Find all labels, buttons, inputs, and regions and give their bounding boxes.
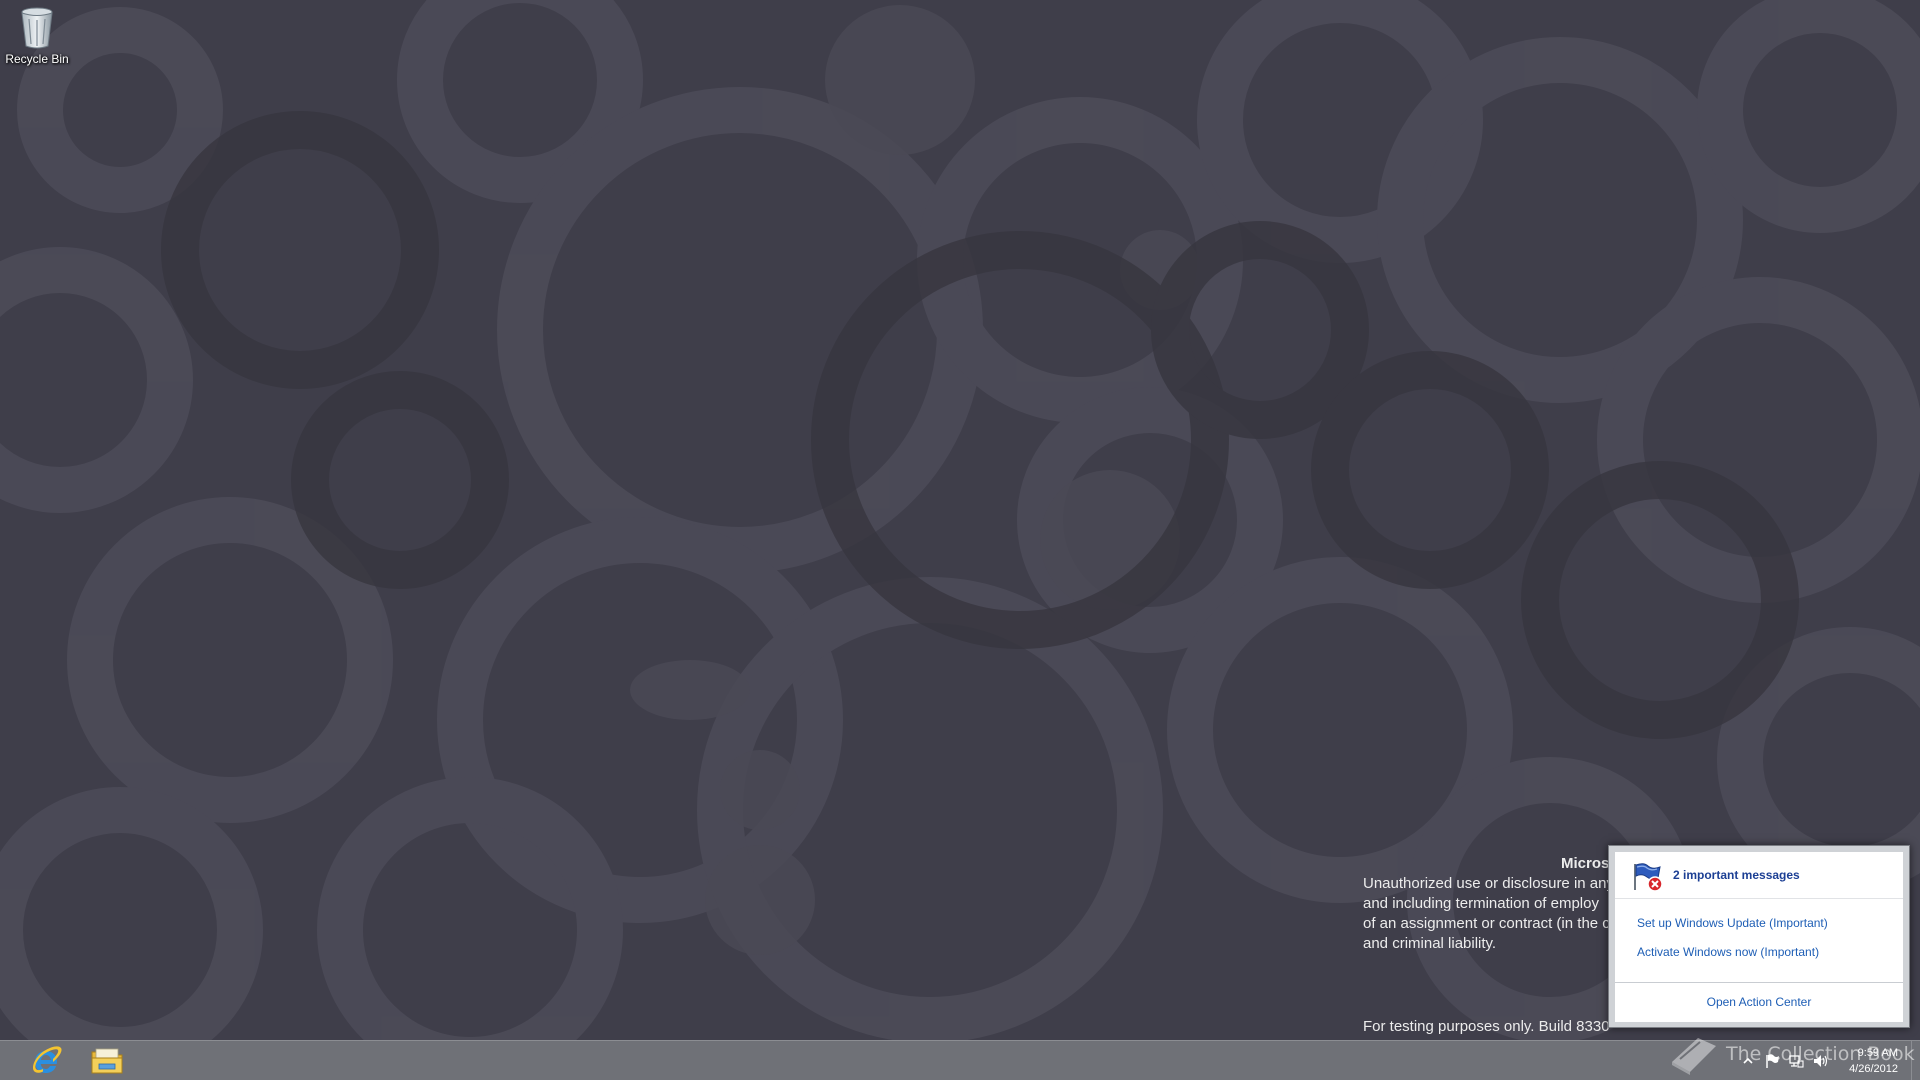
taskbar-file-explorer-button[interactable]: [82, 1041, 132, 1080]
desktop-icon-recycle-bin[interactable]: Recycle Bin: [4, 6, 70, 66]
desktop-icon-label: Recycle Bin: [5, 52, 69, 66]
action-center-popup: 2 important messages Set up Windows Upda…: [1608, 845, 1910, 1028]
show-desktop-button[interactable]: [1911, 1041, 1920, 1080]
volume-icon[interactable]: [1812, 1053, 1828, 1069]
network-icon[interactable]: [1788, 1053, 1804, 1069]
show-hidden-icons-chevron-icon[interactable]: [1740, 1053, 1756, 1069]
watermark-line: and including termination of employ: [1363, 895, 1599, 912]
taskbar: 9:59 AM 4/26/2012: [0, 1040, 1920, 1080]
watermark-title: Micros: [1561, 855, 1610, 872]
watermark-line: Unauthorized use or disclosure in any: [1363, 875, 1614, 892]
build-info: For testing purposes only. Build 8330: [1363, 1018, 1610, 1035]
taskbar-internet-explorer-button[interactable]: [21, 1041, 71, 1080]
open-action-center-link[interactable]: Open Action Center: [1707, 995, 1812, 1009]
recycle-bin-icon: [21, 7, 53, 49]
file-explorer-icon: [91, 1048, 123, 1074]
action-center-header: 2 important messages: [1615, 852, 1903, 899]
action-center-panel: 2 important messages Set up Windows Upda…: [1615, 852, 1903, 1022]
action-center-flag-icon: [1632, 862, 1664, 897]
action-center-footer: Open Action Center: [1615, 982, 1903, 1022]
action-center-tray-flag-icon[interactable]: [1764, 1053, 1780, 1069]
internet-explorer-icon: [33, 1046, 62, 1073]
windows-update-message-link[interactable]: Set up Windows Update (Important): [1637, 916, 1828, 930]
taskbar-clock[interactable]: 9:59 AM 4/26/2012: [1849, 1045, 1898, 1077]
activate-windows-message-link[interactable]: Activate Windows now (Important): [1637, 945, 1819, 959]
clock-time: 9:59 AM: [1857, 1047, 1898, 1059]
watermark-line: and criminal liability.: [1363, 935, 1497, 952]
watermark-line: of an assignment or contract (in the c: [1363, 915, 1610, 932]
action-center-title-link[interactable]: 2 important messages: [1673, 868, 1800, 882]
clock-date: 4/26/2012: [1849, 1063, 1898, 1075]
build-watermark: Micros Unauthorized use or disclosure in…: [1363, 854, 1614, 954]
